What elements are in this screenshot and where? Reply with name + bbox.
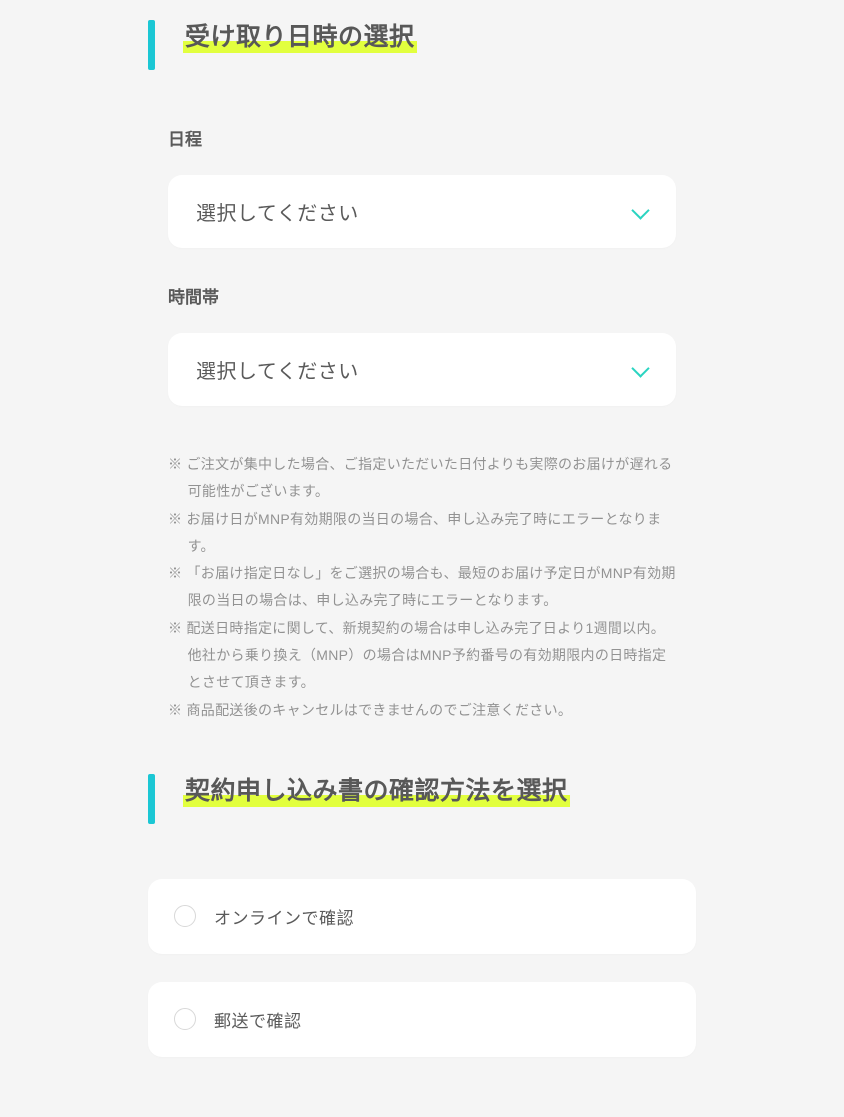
date-select[interactable]: 選択してください: [168, 175, 676, 248]
confirm-option-online[interactable]: オンラインで確認: [148, 879, 696, 954]
time-select[interactable]: 選択してください: [168, 333, 676, 406]
date-label: 日程: [168, 125, 676, 150]
note-line: ※ ご注文が集中した場合、ご指定いただいた日付よりも実際のお届けが遅れる可能性が…: [168, 451, 676, 506]
radio-label-mail: 郵送で確認: [214, 1007, 302, 1032]
section-header-confirm: 契約申し込み書の確認方法を選択: [148, 774, 696, 824]
radio-icon: [174, 1008, 196, 1030]
radio-icon: [174, 905, 196, 927]
note-line: ※ 配送日時指定に関して、新規契約の場合は申し込み完了日より1週間以内。他社から…: [168, 615, 676, 697]
note-line: ※ 商品配送後のキャンセルはできませんのでご注意ください。: [168, 697, 676, 724]
section-bar: [148, 774, 155, 824]
note-line: ※ お届け日がMNP有効期限の当日の場合、申し込み完了時にエラーとなります。: [168, 506, 676, 561]
confirm-option-mail[interactable]: 郵送で確認: [148, 982, 696, 1057]
section-title-confirm: 契約申し込み書の確認方法を選択: [183, 774, 570, 809]
chevron-down-icon: [632, 207, 648, 217]
time-label: 時間帯: [168, 283, 676, 308]
delivery-notes: ※ ご注文が集中した場合、ご指定いただいた日付よりも実際のお届けが遅れる可能性が…: [148, 441, 696, 724]
radio-label-online: オンラインで確認: [214, 904, 354, 929]
section-header-delivery: 受け取り日時の選択: [148, 20, 696, 70]
section-bar: [148, 20, 155, 70]
date-select-text: 選択してください: [196, 197, 359, 226]
chevron-down-icon: [632, 365, 648, 375]
time-select-text: 選択してください: [196, 355, 359, 384]
section-title-delivery: 受け取り日時の選択: [183, 20, 417, 55]
note-line: ※ 「お届け指定日なし」をご選択の場合も、最短のお届け予定日がMNP有効期限の当…: [168, 560, 676, 615]
